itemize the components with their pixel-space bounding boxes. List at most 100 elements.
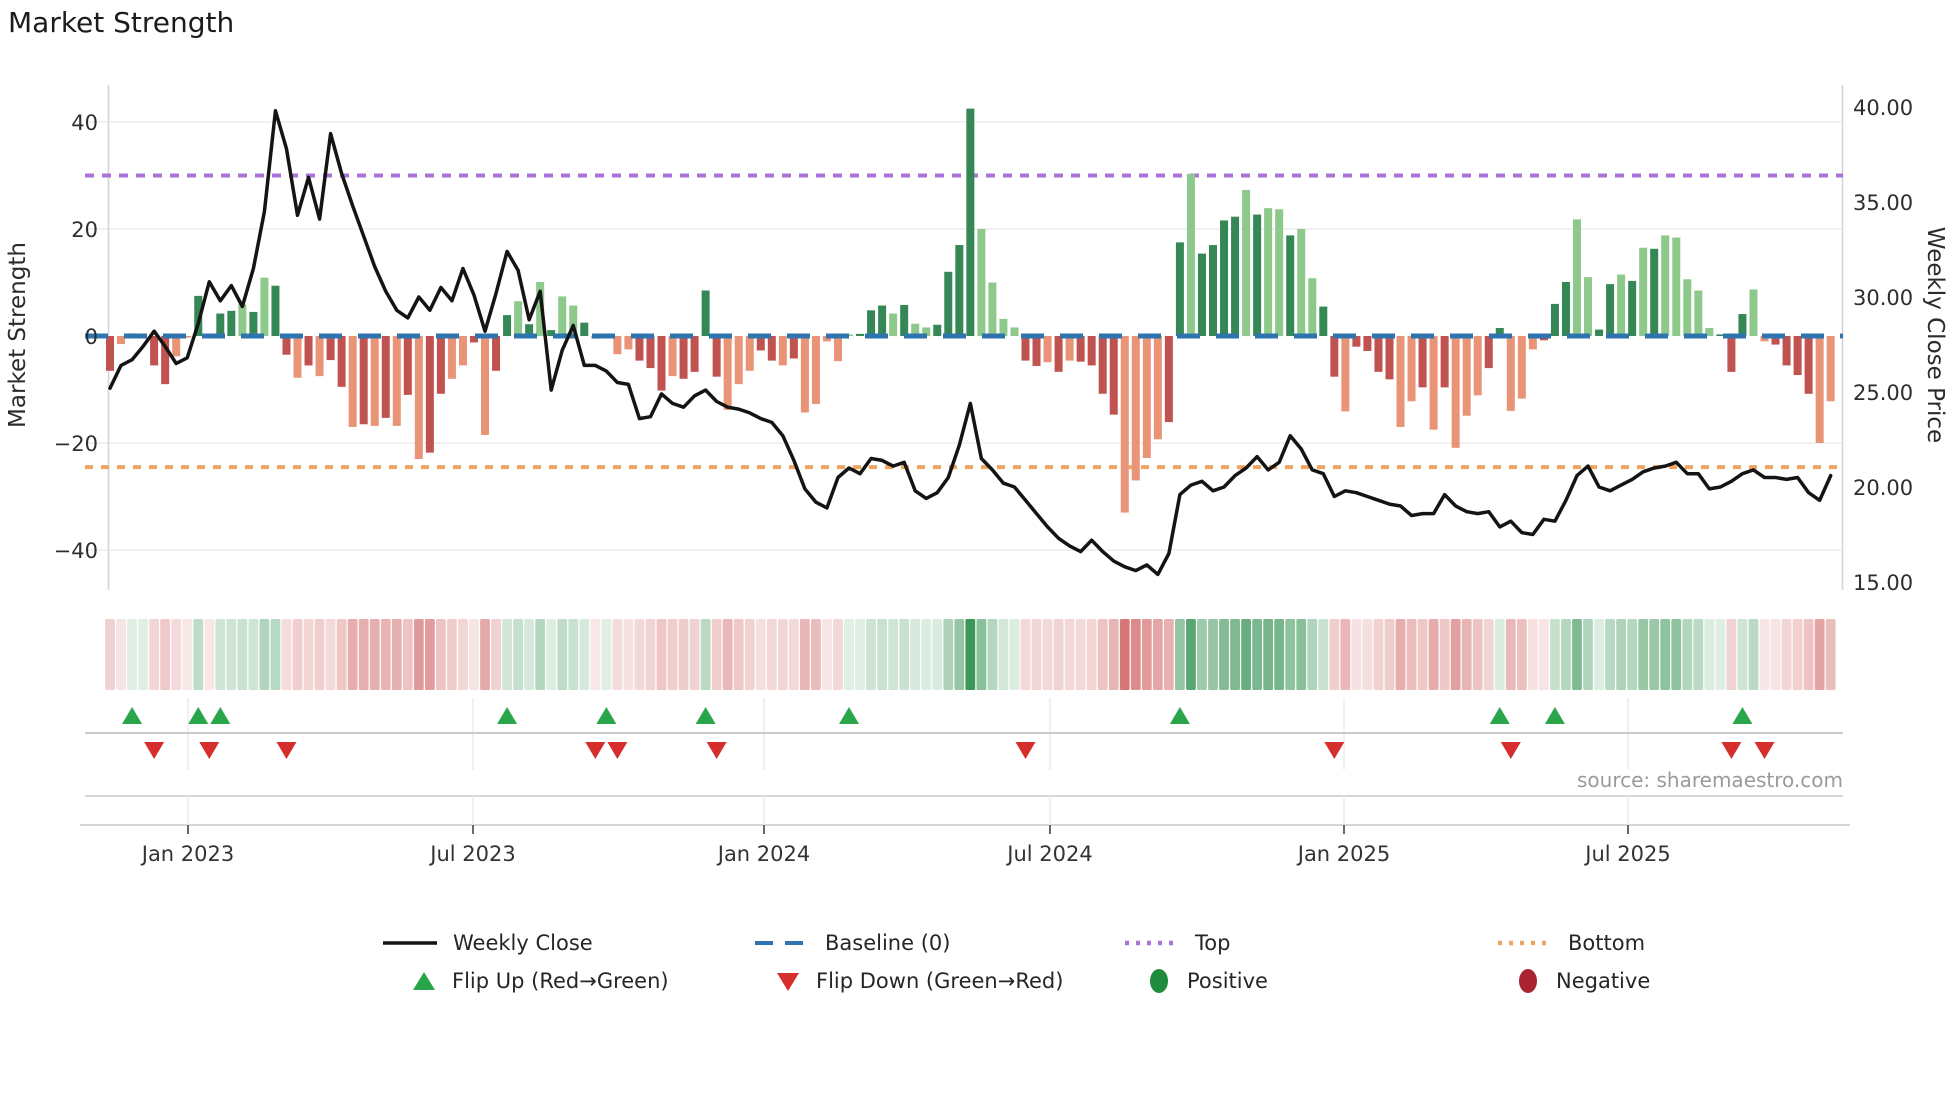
strength-bar — [933, 324, 942, 336]
strength-bar — [227, 310, 236, 336]
heatmap-cell — [1197, 619, 1207, 690]
strength-bar — [1286, 235, 1295, 336]
flip-down-marker — [1500, 742, 1521, 759]
x-tick-label: Jul 2025 — [1583, 842, 1670, 866]
heatmap-cell — [226, 619, 237, 690]
heatmap-cell — [303, 619, 314, 690]
heatmap-cell — [458, 619, 468, 690]
strength-bar — [1010, 327, 1019, 336]
heatmap-cell — [1638, 619, 1649, 690]
legend-label: Top — [1195, 931, 1231, 955]
right-tick-label: 15.00 — [1853, 571, 1913, 595]
strength-bar — [172, 336, 181, 357]
strength-bar — [392, 336, 401, 426]
strength-bar — [1076, 336, 1085, 362]
heatmap-cell — [524, 619, 535, 690]
heatmap-cell — [1417, 619, 1428, 690]
strength-bar — [403, 336, 412, 395]
strength-bar — [1374, 336, 1383, 372]
legend-label: Weekly Close — [453, 931, 593, 955]
strength-bar — [966, 108, 975, 336]
heatmap-cell — [601, 619, 612, 690]
heatmap-cell — [259, 619, 270, 690]
flip-down-marker — [706, 742, 727, 759]
heatmap-cell — [1075, 619, 1086, 690]
strength-bar — [1120, 336, 1129, 513]
strength-bar — [1661, 235, 1670, 336]
strength-bar — [337, 336, 346, 387]
strength-bar — [492, 336, 501, 371]
heatmap-cell — [1285, 619, 1296, 690]
heatmap-cell — [656, 619, 667, 690]
dotted-line-swatch-icon — [1125, 940, 1179, 946]
strength-bar — [1341, 336, 1350, 412]
heatmap-cell — [1009, 619, 1020, 690]
strength-bar — [348, 336, 357, 427]
strength-bar — [1131, 336, 1140, 481]
market-strength-figure: 40 20 0 −20 −40 40.00 35.00 30.00 25.00 20.00 15.0… — [0, 0, 1960, 1102]
left-tick-label: 0 — [85, 325, 98, 349]
strength-bar — [1826, 336, 1835, 402]
positive-dot-icon — [1150, 969, 1168, 993]
heatmap-cell — [347, 619, 358, 690]
right-axis-title: Weekly Close Price — [1922, 226, 1948, 444]
heatmap-cell — [1682, 619, 1693, 690]
strength-bar — [447, 336, 456, 379]
heatmap-cell — [844, 619, 854, 690]
strength-bar — [679, 336, 688, 379]
strength-bar — [833, 336, 842, 362]
heatmap-cell — [1516, 619, 1527, 690]
heatmap-cell — [1208, 619, 1218, 690]
heatmap-cell — [932, 619, 943, 690]
strength-bar — [249, 311, 258, 336]
heatmap-cell — [1252, 619, 1263, 690]
strength-bar — [503, 315, 512, 336]
strength-bar — [436, 336, 445, 394]
strength-bar — [723, 336, 732, 410]
heatmap-cell — [1186, 619, 1196, 690]
heatmap-cell — [1539, 619, 1549, 690]
strength-bar — [1694, 290, 1703, 336]
heatmap-cell — [1726, 619, 1737, 690]
strength-bar — [1561, 281, 1570, 336]
legend-label: Negative — [1556, 969, 1651, 993]
heatmap-cell — [689, 619, 700, 690]
flip-up-marker — [695, 707, 716, 724]
heatmap-cell — [1428, 619, 1439, 690]
heatmap-cell — [700, 619, 711, 690]
strength-bar — [1330, 336, 1339, 377]
heatmap-cell — [1715, 619, 1726, 690]
heatmap-cell — [1406, 619, 1417, 690]
legend-label: Flip Down (Green→Red) — [816, 969, 1064, 993]
heatmap-cell — [325, 619, 336, 690]
heatmap-cell — [182, 619, 193, 690]
strength-bar — [657, 336, 666, 391]
heatmap-cell — [877, 619, 887, 690]
strength-bar — [745, 336, 754, 371]
strength-bar — [690, 336, 699, 372]
heatmap-cell — [1152, 619, 1163, 690]
strength-bar — [1738, 314, 1747, 336]
heatmap-cell — [1494, 619, 1505, 690]
source-credit: source: sharemaestro.com — [1577, 768, 1843, 792]
flip-up-marker — [839, 707, 860, 724]
heatmap-cell — [469, 619, 479, 690]
heatmap-cell — [667, 619, 678, 690]
heatmap-cell — [822, 619, 832, 690]
heatmap-cell — [1141, 619, 1152, 690]
strength-bar — [1109, 336, 1118, 415]
strength-bar — [370, 336, 379, 426]
heatmap-cell — [513, 619, 524, 690]
flip-down-marker — [199, 742, 220, 759]
strength-bar — [1396, 336, 1405, 427]
strength-bar — [778, 336, 787, 366]
heatmap-cell — [1130, 619, 1141, 690]
heatmap-cell — [1318, 619, 1329, 690]
heatmap-cell — [281, 619, 292, 690]
heatmap-cell — [1064, 619, 1075, 690]
dashed-line-swatch-icon — [755, 941, 809, 945]
strength-bar — [1308, 278, 1317, 336]
strength-bar — [1275, 209, 1284, 336]
flip-up-marker — [1489, 707, 1510, 724]
strength-bar — [326, 336, 335, 361]
